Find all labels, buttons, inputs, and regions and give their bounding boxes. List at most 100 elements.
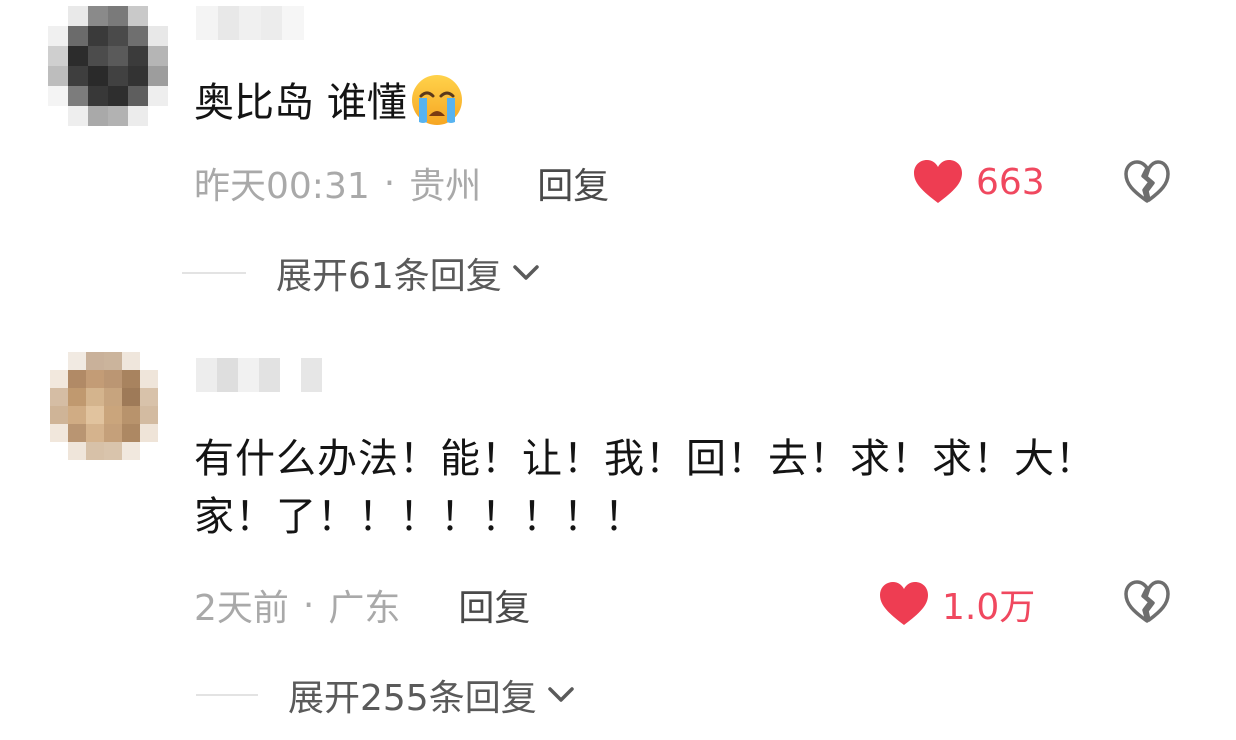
avatar-pixel [140,352,158,370]
avatar-pixel [48,106,68,126]
avatar-pixel [88,26,108,46]
divider-line [182,272,246,274]
avatar-pixel [104,370,122,388]
comment-text: 奥比岛 谁懂 [194,72,1194,132]
avatar-pixel [140,388,158,406]
avatar-pixel [108,86,128,106]
avatar-pixel [148,106,168,126]
expand-replies-button[interactable]: 展开61条回复 [182,248,540,298]
chevron-down-icon [513,265,539,280]
avatar-pixel [50,370,68,388]
avatar-pixel [68,66,88,86]
avatar-pixel [88,66,108,86]
avatar-pixel [48,66,68,86]
avatar-pixel [88,46,108,66]
reply-button[interactable]: 回复 [458,579,530,631]
reply-button[interactable]: 回复 [537,157,609,209]
avatar-pixel [68,6,88,26]
avatar-pixel [86,370,104,388]
username-blurred[interactable] [196,358,322,392]
username-pixel [238,358,259,392]
username-pixel [239,6,261,40]
comment-meta: 2天前 · 广东 回复 [194,580,530,630]
comment-item: 奥比岛 谁懂 昨天00:31 · 贵州 回复 663 展开61条回复 [0,0,1236,330]
username-pixel [301,358,322,392]
avatar-pixel [68,442,86,460]
comment-meta: 昨天00:31 · 贵州 回复 [194,158,609,208]
avatar-pixel [128,46,148,66]
avatar-pixel [88,86,108,106]
avatar-pixel [50,442,68,460]
avatar-pixel [108,46,128,66]
avatar[interactable] [50,352,158,460]
avatar-pixel [140,442,158,460]
avatar-pixel [86,442,104,460]
avatar-pixel [148,86,168,106]
like-button[interactable]: 1.0万 [878,578,1035,630]
avatar-pixel [68,86,88,106]
avatar-pixel [88,106,108,126]
meta-separator: · [302,584,315,626]
avatar-pixel [128,86,148,106]
avatar-pixel [68,406,86,424]
expand-replies-label: 展开61条回复 [276,256,502,297]
avatar-pixel [86,388,104,406]
heart-filled-icon [880,582,928,625]
comment-text: 有什么办法！能！让！我！回！去！求！求！大！ 家！了！！！！！！！！ [194,436,1096,540]
username-pixel [259,358,280,392]
comment-item: 有什么办法！能！让！我！回！去！求！求！大！ 家！了！！！！！！！！ 2天前 ·… [0,338,1236,738]
like-count: 1.0万 [942,587,1036,628]
avatar-pixel [108,6,128,26]
avatar-pixel [68,46,88,66]
chevron-down-icon [547,687,574,702]
avatar-pixel [148,6,168,26]
heart-filled-icon [914,160,962,203]
avatar-pixel [140,406,158,424]
avatar[interactable] [48,6,168,126]
avatar-pixel [108,106,128,126]
username-pixel [196,358,217,392]
avatar-pixel [68,352,86,370]
username-blurred[interactable] [196,6,304,40]
avatar-pixel [50,406,68,424]
avatar-pixel [128,106,148,126]
avatar-pixel [128,6,148,26]
broken-heart-icon[interactable] [1122,157,1172,207]
avatar-pixel [122,424,140,442]
avatar-pixel [68,26,88,46]
avatar-pixel [86,406,104,424]
avatar-pixel [48,86,68,106]
avatar-pixel [108,66,128,86]
comment-time: 2天前 [194,588,289,629]
avatar-pixel [104,442,122,460]
avatar-pixel [68,106,88,126]
username-pixel [217,6,240,40]
avatar-pixel [50,424,68,442]
avatar-pixel [48,6,68,26]
avatar-pixel [148,26,168,46]
avatar-pixel [88,6,108,26]
avatar-pixel [122,352,140,370]
avatar-pixel [148,66,168,86]
username-pixel [217,358,238,392]
expand-replies-label: 展开255条回复 [288,678,537,719]
avatar-pixel [108,26,128,46]
avatar-pixel [68,388,86,406]
comment-location: 广东 [328,588,401,629]
username-pixel [280,358,301,392]
avatar-pixel [140,370,158,388]
username-pixel [260,6,283,40]
avatar-pixel [148,46,168,66]
broken-heart-icon[interactable] [1122,577,1172,627]
avatar-pixel [48,46,68,66]
avatar-pixel [122,370,140,388]
avatar-pixel [140,424,158,442]
like-button[interactable]: 663 [912,156,1045,208]
avatar-pixel [104,388,122,406]
loudly-crying-face-icon [409,72,465,128]
avatar-pixel [104,352,122,370]
expand-replies-button[interactable]: 展开255条回复 [196,670,575,720]
avatar-pixel [68,424,86,442]
avatar-pixel [50,352,68,370]
username-pixel [282,6,304,40]
